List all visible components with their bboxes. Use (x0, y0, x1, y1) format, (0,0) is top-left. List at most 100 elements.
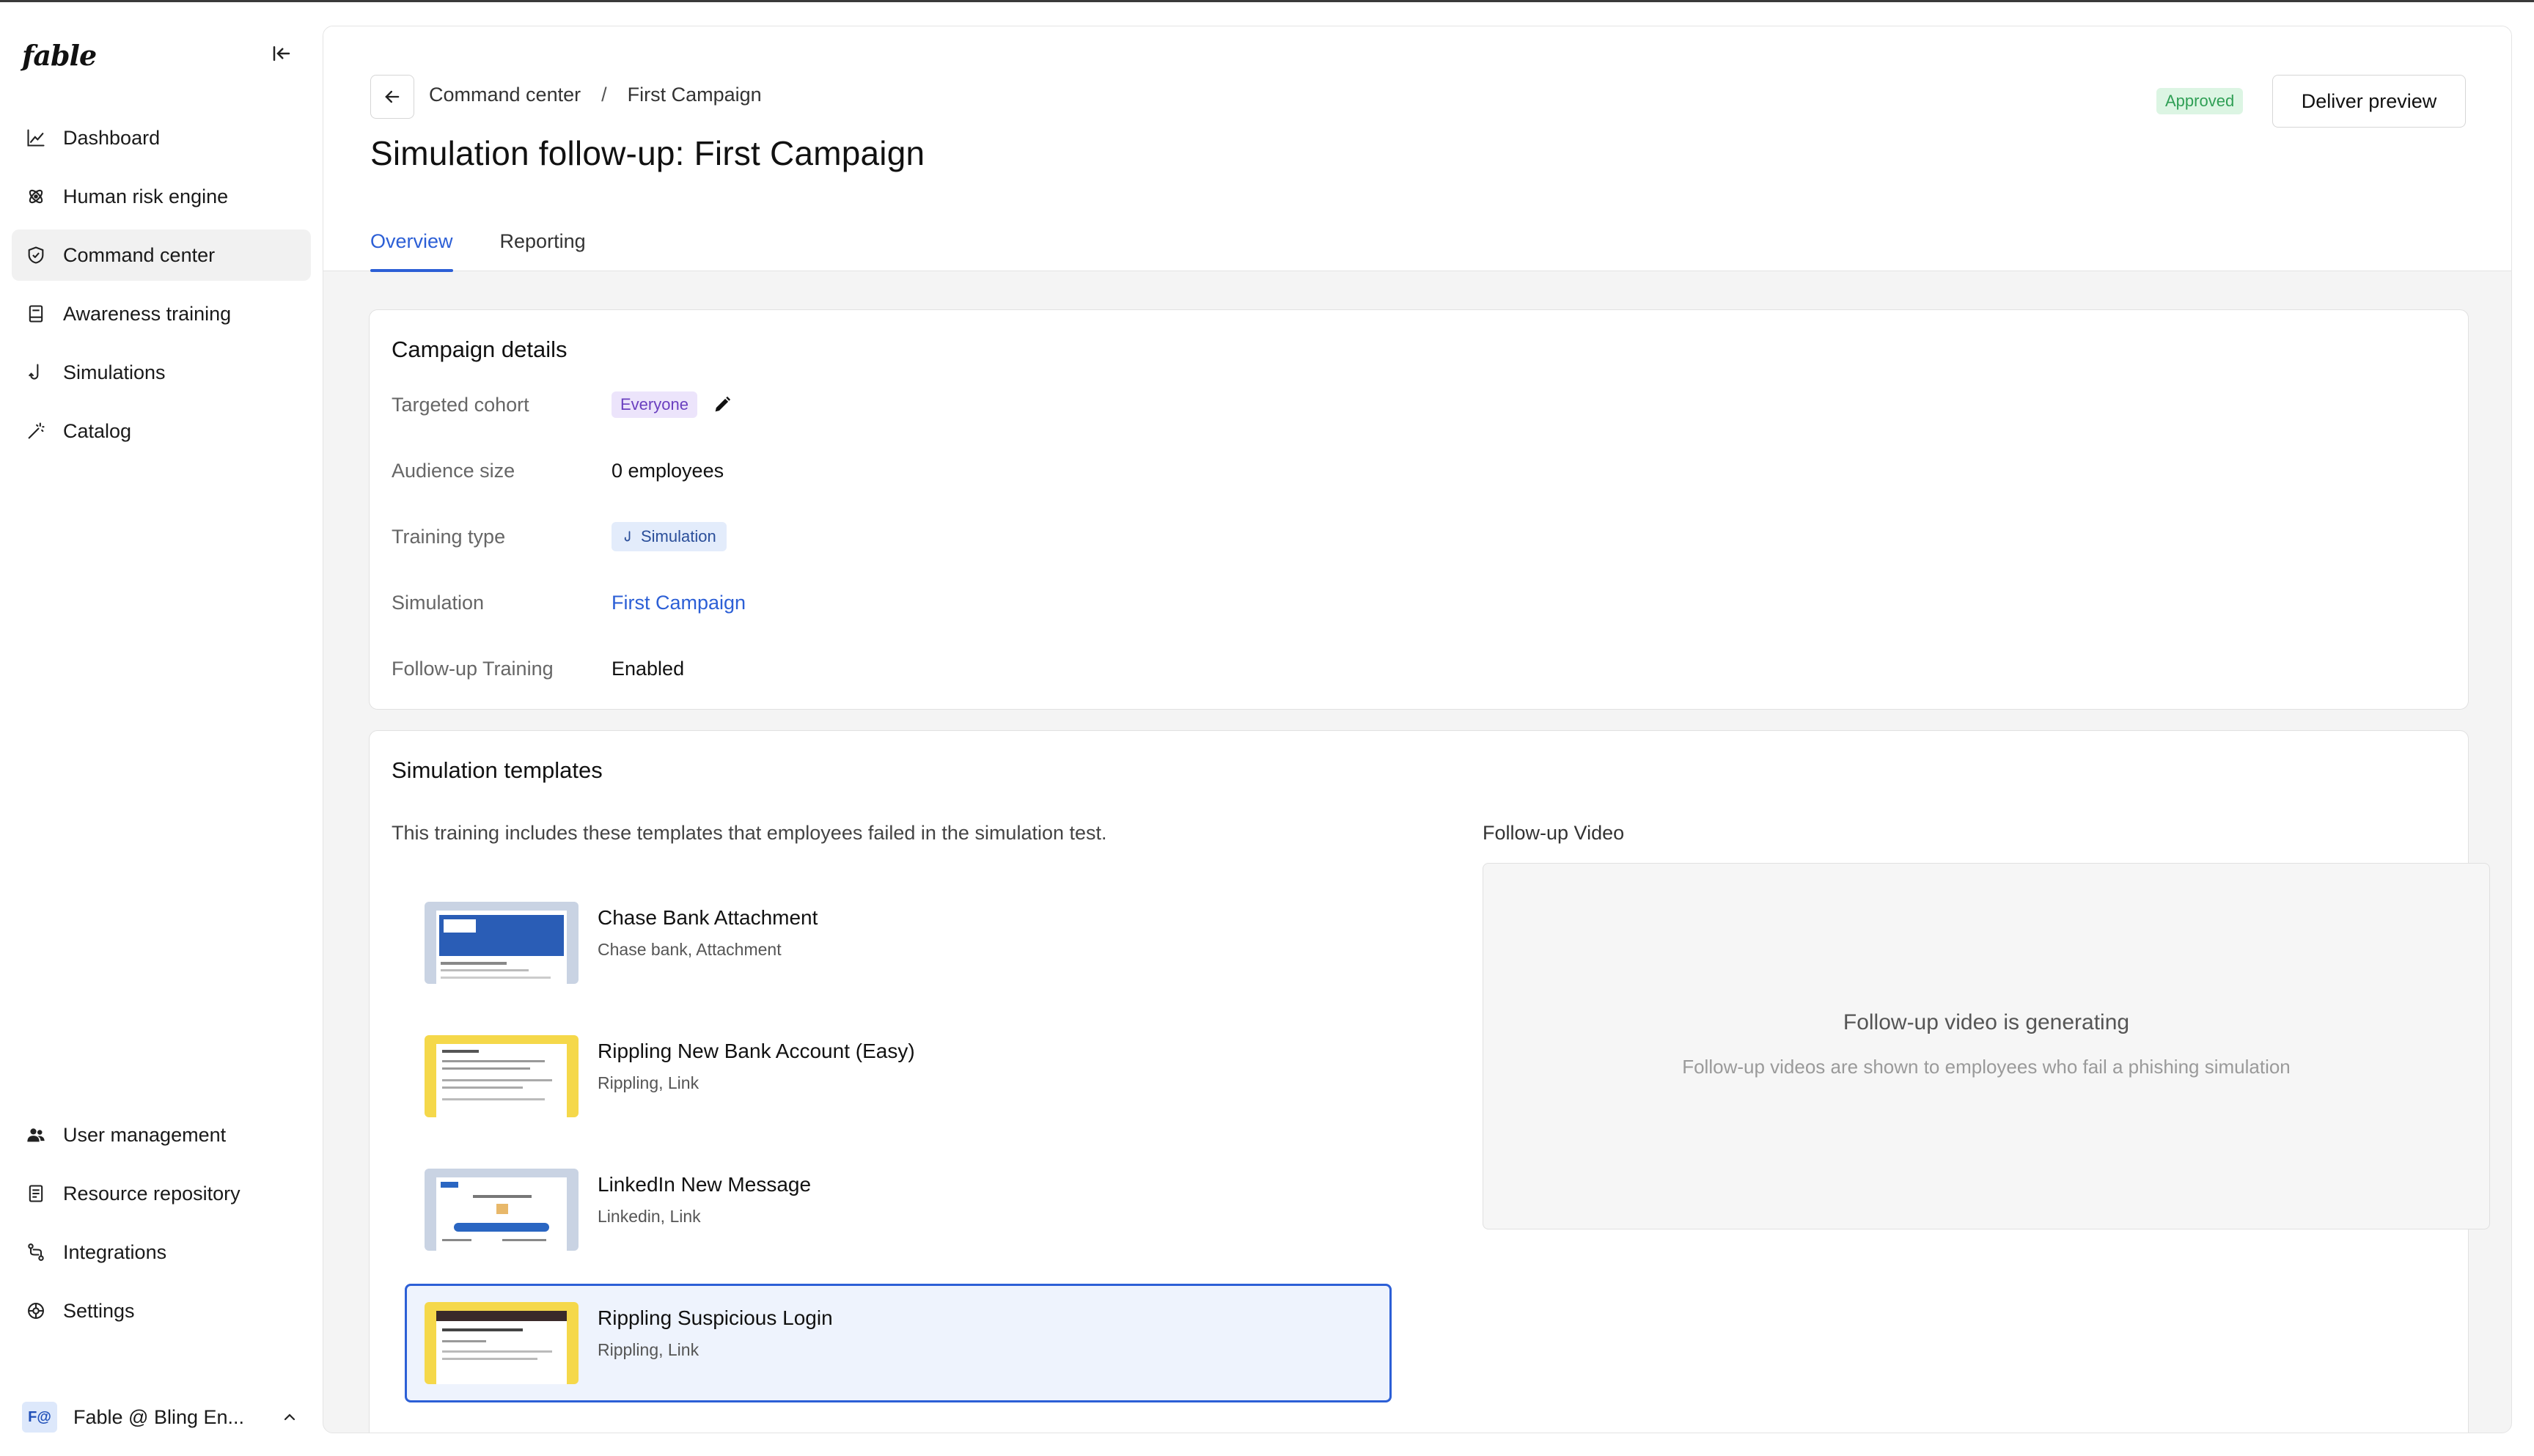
sidebar-nav-secondary: User management Resource repository Inte… (12, 1109, 311, 1344)
sidebar-item-label: Settings (63, 1299, 135, 1322)
collapse-sidebar-button[interactable] (267, 40, 296, 67)
breadcrumb-current: First Campaign (627, 84, 762, 106)
template-name: Rippling Suspicious Login (598, 1306, 833, 1329)
detail-value: Everyone (612, 391, 734, 418)
shield-check-icon (23, 243, 48, 268)
template-name: LinkedIn New Message (598, 1173, 812, 1196)
sidebar-nav-primary: Dashboard Human risk engine Command cent… (12, 112, 311, 464)
template-thumbnail (425, 902, 579, 984)
account-name: Fable @ Bling En... (73, 1405, 245, 1428)
git-branch-icon (23, 1240, 48, 1265)
sidebar-item-label: Integrations (63, 1240, 167, 1263)
tab-bar: Overview Reporting (370, 216, 633, 272)
back-button[interactable] (370, 75, 414, 119)
sidebar-item-label: Human risk engine (63, 185, 229, 207)
hook-icon (23, 360, 48, 385)
simulation-templates-card: Simulation templates This training inclu… (369, 730, 2490, 1433)
breadcrumb: Command center / First Campaign (429, 84, 762, 106)
sidebar-item-settings[interactable]: Settings (12, 1285, 311, 1336)
detail-row-training-type: Training type Simulation (392, 518, 727, 555)
campaign-details-card: Campaign details Targeted cohort Everyon… (369, 309, 2469, 710)
template-item-linkedin-new-message[interactable]: LinkedIn New Message Linkedin, Link (405, 1150, 1392, 1269)
app-window: fable Dashboard Human risk engine Comman… (0, 0, 2534, 1456)
sidebar-item-label: User management (63, 1123, 227, 1146)
sidebar-item-label: Dashboard (63, 126, 161, 149)
book-icon (23, 301, 48, 326)
template-tags: Rippling, Link (598, 1073, 699, 1092)
sidebar-item-label: Command center (63, 243, 216, 266)
follow-up-video-label: Follow-up Video (1483, 822, 1625, 844)
templates-description: This training includes these templates t… (392, 822, 1107, 844)
sidebar-item-label: Awareness training (63, 302, 232, 325)
sidebar-item-label: Catalog (63, 419, 132, 442)
simulation-templates-title: Simulation templates (392, 757, 603, 783)
deliver-preview-button[interactable]: Deliver preview (2272, 75, 2466, 128)
users-icon (23, 1122, 48, 1147)
template-item-rippling-new-bank-account[interactable]: Rippling New Bank Account (Easy) Ripplin… (405, 1017, 1392, 1136)
follow-up-video-placeholder: Follow-up video is generating Follow-up … (1483, 863, 2490, 1229)
template-tags: Linkedin, Link (598, 1207, 701, 1226)
sidebar-item-human-risk-engine[interactable]: Human risk engine (12, 171, 311, 222)
template-list: Chase Bank Attachment Chase bank, Attach… (405, 883, 1392, 1417)
training-type-label: Simulation (641, 527, 716, 545)
breadcrumb-separator: / (601, 84, 607, 106)
tab-reporting[interactable]: Reporting (500, 216, 586, 271)
sidebar-item-integrations[interactable]: Integrations (12, 1227, 311, 1278)
chart-line-icon (23, 125, 48, 150)
template-item-rippling-suspicious-login[interactable]: Rippling Suspicious Login Rippling, Link (405, 1284, 1392, 1402)
sidebar-item-resource-repository[interactable]: Resource repository (12, 1168, 311, 1219)
status-badge: Approved (2156, 88, 2244, 114)
video-status-subtitle: Follow-up videos are shown to employees … (1682, 1056, 2291, 1078)
detail-row-simulation: Simulation First Campaign (392, 584, 746, 621)
detail-row-targeted-cohort: Targeted cohort Everyone (392, 386, 734, 423)
training-type-badge: Simulation (612, 522, 727, 551)
detail-label: Training type (392, 525, 506, 548)
sidebar-item-label: Resource repository (63, 1182, 240, 1205)
gear-icon (23, 1298, 48, 1323)
detail-label: Follow-up Training (392, 657, 554, 680)
template-thumbnail (425, 1035, 579, 1117)
tab-overview[interactable]: Overview (370, 216, 453, 272)
video-status-title: Follow-up video is generating (1843, 1010, 2130, 1034)
sidebar-item-simulations[interactable]: Simulations (12, 347, 311, 398)
sidebar: fable Dashboard Human risk engine Comman… (0, 2, 323, 1456)
template-name: Chase Bank Attachment (598, 906, 818, 929)
detail-row-audience-size: Audience size 0 employees (392, 452, 724, 489)
magic-wand-icon (23, 419, 48, 444)
main-content: Command center / First Campaign Simulati… (323, 26, 2512, 1433)
sidebar-item-catalog[interactable]: Catalog (12, 405, 311, 457)
atom-icon (23, 184, 48, 209)
sidebar-item-label: Simulations (63, 361, 166, 383)
simulation-link[interactable]: First Campaign (612, 592, 746, 614)
breadcrumb-command-center[interactable]: Command center (429, 84, 581, 106)
cohort-badge: Everyone (612, 391, 697, 418)
page-title: Simulation follow-up: First Campaign (370, 134, 925, 172)
sidebar-item-user-management[interactable]: User management (12, 1109, 311, 1161)
fable-logo[interactable]: fable (22, 39, 97, 72)
template-item-chase-bank[interactable]: Chase Bank Attachment Chase bank, Attach… (405, 883, 1392, 1002)
hook-icon (624, 531, 631, 542)
pencil-icon[interactable] (710, 393, 734, 416)
document-icon (23, 1181, 48, 1206)
chevron-up-icon (279, 1408, 301, 1426)
page-header: Command center / First Campaign Simulati… (323, 26, 2511, 272)
sidebar-item-command-center[interactable]: Command center (12, 229, 311, 281)
detail-value: Simulation (612, 522, 727, 551)
account-switcher[interactable]: F@ Fable @ Bling En... (22, 1395, 301, 1439)
detail-label: Audience size (392, 459, 515, 482)
template-tags: Chase bank, Attachment (598, 940, 782, 959)
detail-label: Simulation (392, 591, 485, 614)
avatar: F@ (22, 1402, 57, 1433)
detail-row-follow-up-training: Follow-up Training Enabled (392, 650, 684, 687)
detail-label: Targeted cohort (392, 393, 529, 416)
sidebar-item-awareness-training[interactable]: Awareness training (12, 288, 311, 339)
template-thumbnail (425, 1169, 579, 1251)
detail-value: Enabled (612, 657, 685, 680)
template-name: Rippling New Bank Account (Easy) (598, 1040, 915, 1062)
campaign-details-title: Campaign details (392, 337, 568, 362)
arrow-left-icon (385, 90, 400, 103)
template-tags: Rippling, Link (598, 1340, 699, 1359)
collapse-left-icon (273, 46, 290, 61)
sidebar-item-dashboard[interactable]: Dashboard (12, 112, 311, 163)
detail-value: 0 employees (612, 459, 724, 482)
